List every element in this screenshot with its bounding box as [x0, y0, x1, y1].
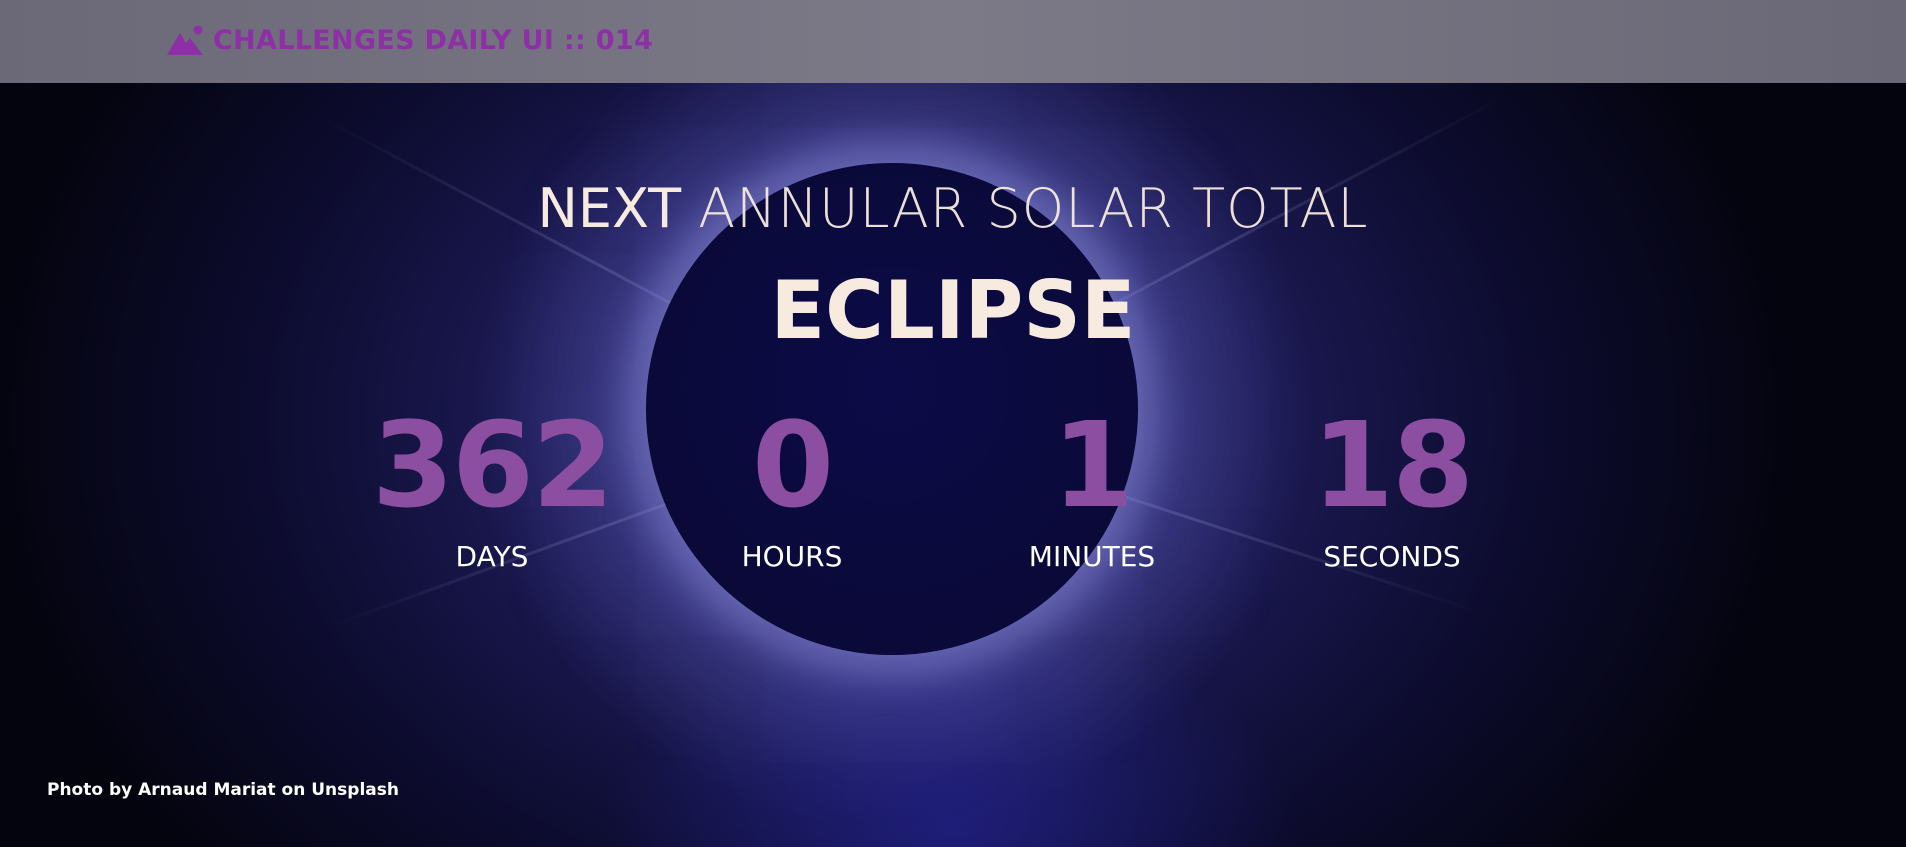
corona-glow [600, 620, 1300, 847]
hours-value: 0 [751, 396, 834, 534]
photo-credit-link[interactable]: Photo by Arnaud Mariat on Unsplash [47, 780, 399, 800]
countdown-seconds: 18 SECONDS [1262, 395, 1522, 574]
minutes-label: MINUTES [1028, 540, 1156, 573]
hours-label: HOURS [741, 540, 843, 573]
countdown-minutes: 1 MINUTES [962, 395, 1222, 574]
top-bar: CHALLENGES DAILY UI :: 014 [0, 0, 1906, 83]
headline: NEXT ANNULAR SOLAR TOTAL [0, 178, 1906, 240]
brand-link[interactable]: CHALLENGES DAILY UI :: 014 [167, 24, 653, 56]
brand-title: CHALLENGES DAILY UI :: 014 [213, 24, 654, 56]
mountain-icon [167, 25, 203, 55]
minutes-value: 1 [1051, 396, 1134, 534]
countdown-page: CHALLENGES DAILY UI :: 014 NEXT ANNULAR … [0, 0, 1906, 847]
days-value: 362 [371, 396, 614, 534]
page-title: ECLIPSE [770, 264, 1136, 357]
seconds-label: SECONDS [1323, 540, 1461, 573]
days-label: DAYS [455, 540, 529, 573]
seconds-value: 18 [1311, 396, 1474, 534]
countdown-days: 362 DAYS [362, 395, 622, 574]
headline-strong: NEXT [537, 177, 682, 240]
headline-light: ANNULAR SOLAR TOTAL [698, 177, 1369, 240]
countdown-hours: 0 HOURS [662, 395, 922, 574]
